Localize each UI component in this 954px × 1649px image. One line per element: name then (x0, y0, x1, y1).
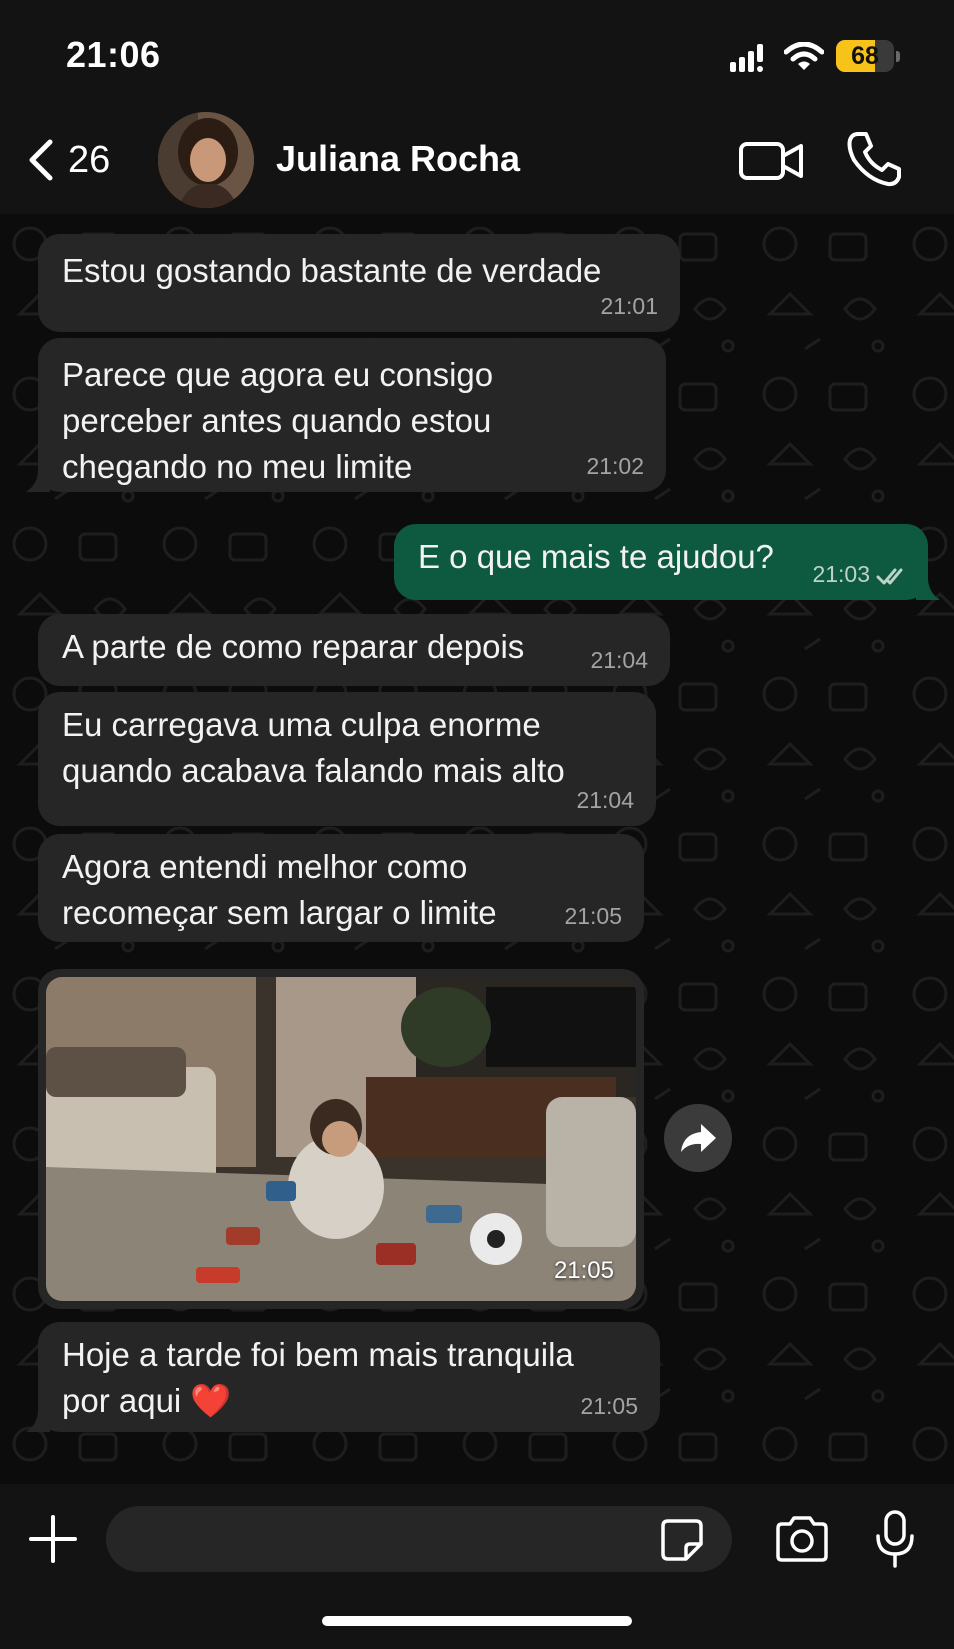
bubble-tail (26, 1410, 50, 1432)
message-text: Hoje a tarde foi bem mais tranquila por … (62, 1336, 574, 1419)
forward-button[interactable] (664, 1104, 732, 1172)
avatar[interactable] (158, 112, 254, 208)
message-input[interactable] (106, 1506, 732, 1572)
chat-area[interactable]: Estou gostando bastante de verdade 21:01… (0, 214, 954, 1484)
status-bar: 21:06 68 (0, 0, 954, 110)
status-time: 21:06 (66, 34, 161, 75)
phone-icon[interactable] (846, 130, 902, 188)
message-time: 21:01 (600, 293, 658, 319)
composer-bar (0, 1484, 954, 1649)
plus-icon[interactable] (28, 1514, 78, 1564)
message-bubble-incoming[interactable]: Eu carregava uma culpa enorme quando aca… (38, 692, 656, 826)
back-button[interactable]: 26 (26, 132, 110, 188)
battery-level: 68 (851, 42, 879, 70)
message-bubble-incoming[interactable]: Agora entendi melhor como recomeçar sem … (38, 834, 644, 942)
bubble-tail (26, 470, 50, 492)
message-time: 21:05 (553, 1257, 614, 1284)
video-camera-icon[interactable] (738, 134, 804, 188)
message-time: 21:04 (576, 787, 634, 813)
camera-icon[interactable] (774, 1516, 830, 1562)
message-text: A parte de como reparar depois (62, 628, 525, 665)
media-message[interactable]: 21:05 (38, 969, 644, 1309)
battery-indicator: 68 (836, 40, 902, 74)
cellular-signal-icon (730, 44, 763, 72)
message-time: 21:02 (586, 453, 644, 479)
back-chevron-icon (29, 139, 53, 181)
message-bubble-incoming[interactable]: Parece que agora eu consigo perceber ant… (26, 338, 666, 492)
message-time: 21:04 (590, 647, 648, 673)
message-bubble-incoming[interactable]: A parte de como reparar depois 21:04 (38, 614, 670, 686)
message-time: 21:05 (564, 903, 622, 929)
sticker-icon[interactable] (660, 1518, 704, 1562)
message-text: Agora entendi melhor como recomeçar sem … (62, 848, 497, 931)
photo-thumbnail[interactable]: 21:05 (46, 977, 636, 1301)
message-text: Parece que agora eu consigo perceber ant… (62, 356, 494, 485)
chat-header: 26 Juliana Rocha (0, 110, 954, 214)
message-time: 21:05 (580, 1393, 638, 1419)
forward-icon (681, 1124, 716, 1152)
message-text: Eu carregava uma culpa enorme quando aca… (62, 706, 565, 789)
double-check-icon (876, 568, 903, 585)
microphone-icon[interactable] (874, 1510, 916, 1568)
message-bubble-outgoing[interactable]: E o que mais te ajudou? 21:03 (394, 524, 940, 600)
contact-name[interactable]: Juliana Rocha (276, 138, 520, 180)
message-text: Estou gostando bastante de verdade (62, 252, 602, 289)
bubble-tail (916, 578, 940, 600)
home-indicator[interactable] (322, 1616, 632, 1626)
wifi-icon (784, 42, 824, 70)
message-bubble-incoming[interactable]: Estou gostando bastante de verdade 21:01 (38, 234, 680, 332)
unread-count: 26 (68, 138, 111, 181)
message-time: 21:03 (812, 561, 870, 587)
message-bubble-incoming[interactable]: Hoje a tarde foi bem mais tranquila por … (26, 1322, 660, 1432)
